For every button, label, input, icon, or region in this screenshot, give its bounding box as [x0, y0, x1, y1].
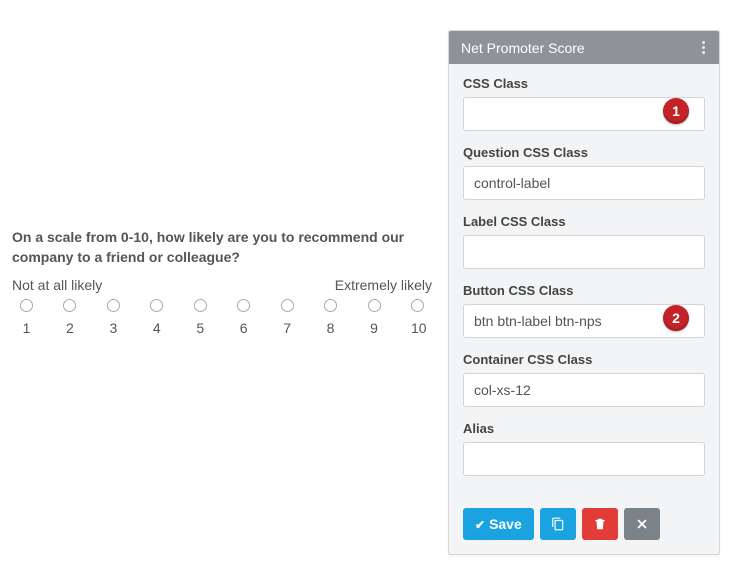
kebab-icon[interactable]: [700, 39, 707, 56]
scale-number: 3: [107, 320, 120, 336]
delete-button[interactable]: [582, 508, 618, 540]
label-button-css-class: Button CSS Class: [463, 283, 705, 298]
radio-10[interactable]: [411, 299, 424, 312]
scale-numbers: 1 2 3 4 5 6 7 8 9 10: [12, 320, 432, 336]
radio-4[interactable]: [150, 299, 163, 312]
label-alias: Alias: [463, 421, 705, 436]
scale-number: 6: [237, 320, 250, 336]
scale-anchor-labels: Not at all likely Extremely likely: [12, 277, 432, 293]
field-question-css-class: Question CSS Class: [463, 145, 705, 200]
field-button-css-class: Button CSS Class 2: [463, 283, 705, 338]
panel-header: Net Promoter Score: [449, 31, 719, 64]
scale-max-label: Extremely likely: [335, 277, 432, 293]
radio-1[interactable]: [20, 299, 33, 312]
field-css-class: CSS Class 1: [463, 76, 705, 131]
label-css-class: CSS Class: [463, 76, 705, 91]
scale-number: 2: [63, 320, 76, 336]
input-container-css-class[interactable]: [463, 373, 705, 407]
panel-body: CSS Class 1 Question CSS Class Label CSS…: [449, 64, 719, 502]
scale-number: 5: [194, 320, 207, 336]
callout-1: 1: [663, 98, 689, 124]
save-button[interactable]: Save: [463, 508, 534, 540]
scale-radios: [12, 299, 432, 312]
panel-title: Net Promoter Score: [461, 40, 585, 56]
scale-number: 10: [411, 320, 424, 336]
nps-preview: On a scale from 0-10, how likely are you…: [12, 228, 432, 336]
callout-2: 2: [663, 305, 689, 331]
scale-number: 8: [324, 320, 337, 336]
radio-9[interactable]: [368, 299, 381, 312]
panel-footer: Save: [449, 502, 719, 554]
radio-6[interactable]: [237, 299, 250, 312]
close-button[interactable]: [624, 508, 660, 540]
label-label-css-class: Label CSS Class: [463, 214, 705, 229]
input-alias[interactable]: [463, 442, 705, 476]
radio-8[interactable]: [324, 299, 337, 312]
field-container-css-class: Container CSS Class: [463, 352, 705, 407]
label-container-css-class: Container CSS Class: [463, 352, 705, 367]
field-label-css-class: Label CSS Class: [463, 214, 705, 269]
radio-2[interactable]: [63, 299, 76, 312]
scale-number: 7: [281, 320, 294, 336]
scale-min-label: Not at all likely: [12, 277, 102, 293]
save-button-label: Save: [489, 516, 522, 532]
field-alias: Alias: [463, 421, 705, 476]
input-label-css-class[interactable]: [463, 235, 705, 269]
question-text: On a scale from 0-10, how likely are you…: [12, 228, 432, 267]
duplicate-button[interactable]: [540, 508, 576, 540]
copy-icon: [551, 517, 565, 531]
scale-number: 9: [368, 320, 381, 336]
check-icon: [475, 516, 489, 532]
trash-icon: [593, 517, 607, 531]
settings-panel: Net Promoter Score CSS Class 1 Question …: [448, 30, 720, 555]
label-question-css-class: Question CSS Class: [463, 145, 705, 160]
input-question-css-class[interactable]: [463, 166, 705, 200]
scale-number: 1: [20, 320, 33, 336]
radio-3[interactable]: [107, 299, 120, 312]
close-icon: [635, 517, 649, 531]
scale-number: 4: [150, 320, 163, 336]
radio-5[interactable]: [194, 299, 207, 312]
radio-7[interactable]: [281, 299, 294, 312]
